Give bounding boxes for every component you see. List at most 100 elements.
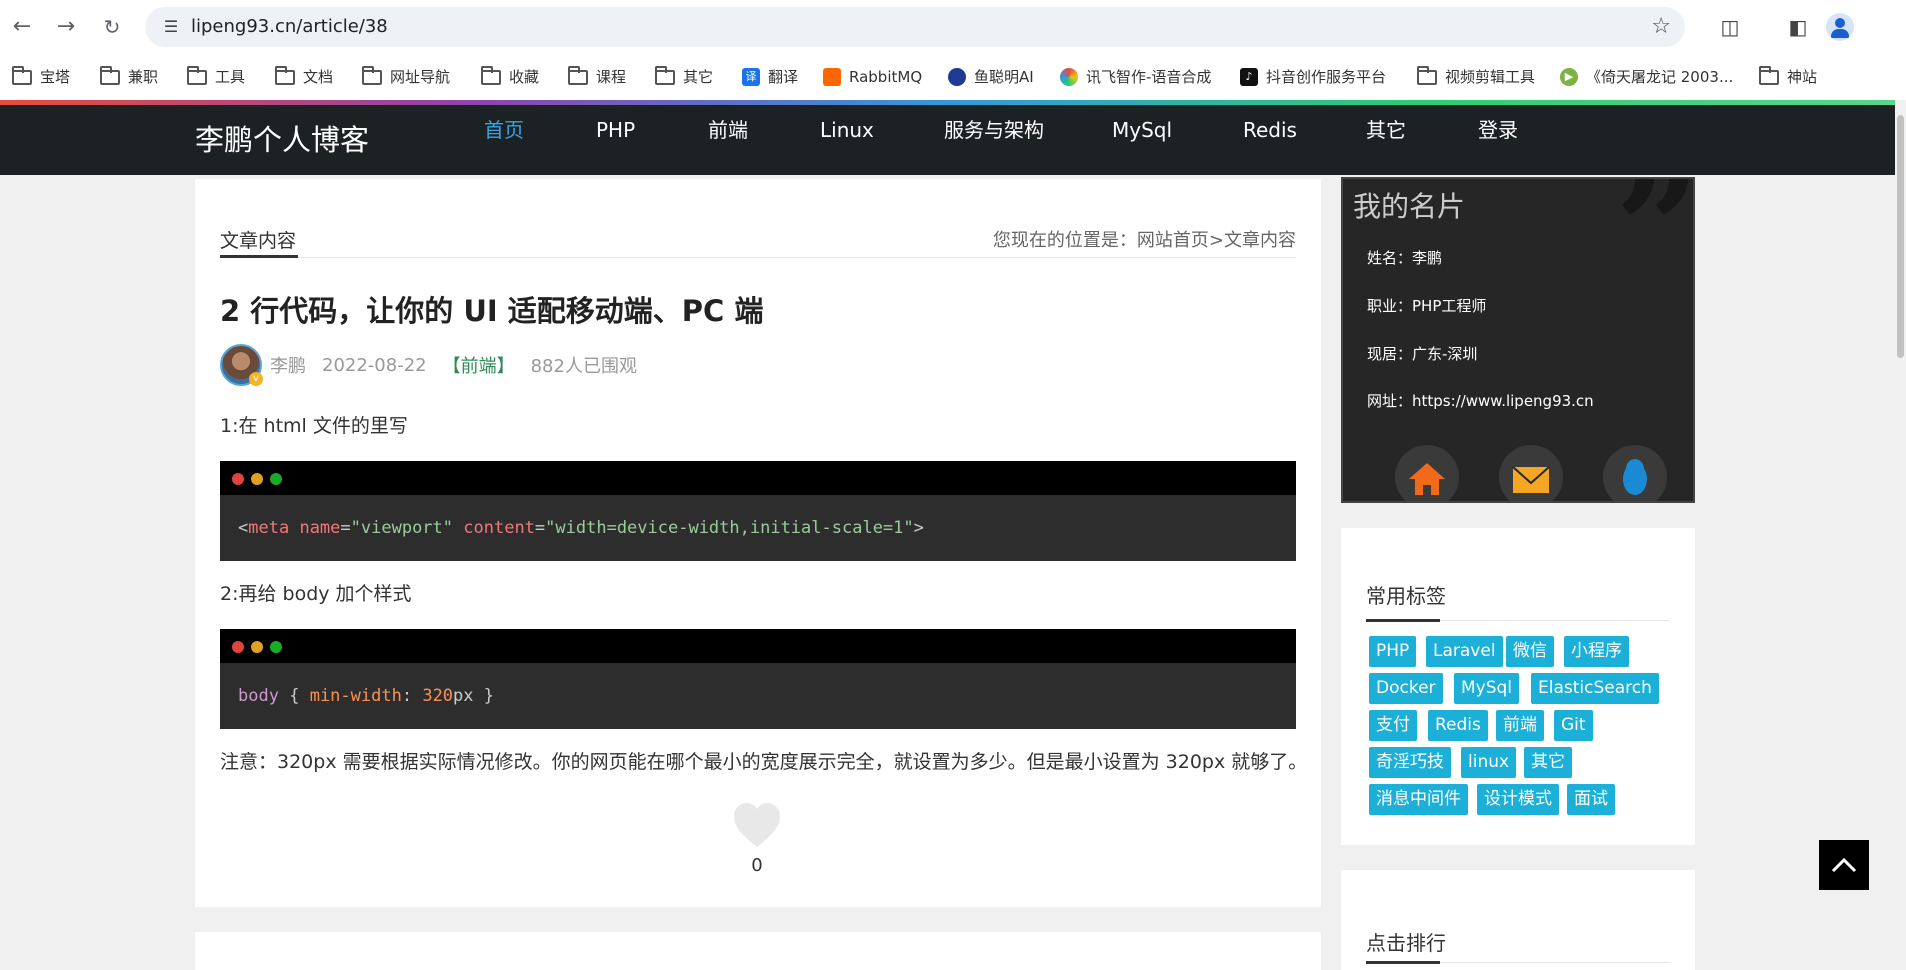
page-scrollbar[interactable] [1895, 100, 1906, 970]
site-logo[interactable]: 李鹏个人博客 [195, 105, 369, 175]
url-text[interactable]: lipeng93.cn/article/38 [191, 7, 388, 47]
bookmark-item[interactable]: 兼职 [100, 64, 158, 90]
breadcrumb[interactable]: 您现在的位置是：网站首页>文章内容 [993, 227, 1296, 255]
tag-chip[interactable]: MySql [1454, 673, 1520, 704]
nav-home[interactable]: 首页 [484, 105, 524, 155]
tag-chip[interactable]: 设计模式 [1477, 784, 1559, 815]
bookmark-item[interactable]: 鱼聪明AI [948, 64, 1034, 90]
article-header: 文章内容 您现在的位置是：网站首页>文章内容 [220, 227, 1296, 258]
tag-chip[interactable]: PHP [1369, 636, 1417, 667]
site-nav: 李鹏个人博客 首页 PHP 前端 Linux 服务与架构 MySql Redis… [0, 105, 1895, 175]
tiktok-icon: ♪ [1240, 68, 1258, 86]
bookmark-item[interactable]: 收藏 [481, 64, 539, 90]
tags-divider [1366, 619, 1670, 622]
card-name: 姓名：李鹏 [1367, 249, 1443, 267]
forward-arrow-icon[interactable]: → [50, 11, 82, 43]
folder-icon [275, 65, 295, 85]
side-panel-icon[interactable]: ◧ [1782, 11, 1814, 43]
mail-icon[interactable] [1499, 445, 1563, 501]
tag-chip[interactable]: 面试 [1567, 784, 1615, 815]
bookmark-item[interactable]: ▶ 《倚天屠龙记 2003... [1560, 64, 1733, 90]
green-dot-icon [270, 641, 282, 653]
nav-other[interactable]: 其它 [1366, 105, 1406, 155]
rabbitmq-icon [823, 68, 841, 86]
tags-title: 常用标签 [1366, 584, 1446, 608]
tag-chip[interactable]: 前端 [1496, 710, 1544, 741]
tag-chip[interactable]: 小程序 [1564, 636, 1629, 667]
bookmark-item[interactable]: 宝塔 [12, 64, 70, 90]
tag-chip[interactable]: 消息中间件 [1369, 784, 1468, 815]
tag-chip[interactable]: Docker [1369, 673, 1443, 704]
chevron-up-icon [1831, 857, 1857, 873]
category-link[interactable]: 【前端】 [443, 352, 515, 378]
tag-chip[interactable]: Laravel [1426, 636, 1503, 667]
tag-chip[interactable]: 奇淫巧技 [1369, 747, 1451, 778]
tag-chip[interactable]: Redis [1428, 710, 1488, 741]
code-block-2[interactable]: body { min-width: 320px } [220, 629, 1296, 729]
article-meta: 李鹏 2022-08-22 【前端】 882人已围观 [220, 344, 637, 386]
bookmark-item[interactable]: 网址导航 [362, 64, 450, 90]
scrollbar-thumb[interactable] [1897, 115, 1904, 358]
site-info-icon[interactable]: ☰ [155, 11, 187, 43]
extensions-icon[interactable]: ◫ [1714, 11, 1746, 43]
bookmark-item[interactable]: 课程 [568, 64, 626, 90]
ranking-title: 点击排行 [1366, 931, 1446, 955]
bookmark-star-icon[interactable]: ☆ [1651, 11, 1671, 43]
folder-icon [187, 65, 207, 85]
nav-mysql[interactable]: MySql [1112, 105, 1172, 155]
code-window-bar [220, 461, 1296, 495]
tag-chip[interactable]: Git [1554, 710, 1593, 741]
bookmark-item[interactable]: 工具 [187, 64, 245, 90]
bookmark-item[interactable]: 译翻译 [742, 64, 798, 90]
bookmark-item[interactable]: ♪ 抖音创作服务平台 [1240, 64, 1386, 90]
nav-frontend[interactable]: 前端 [708, 105, 748, 155]
home-icon[interactable] [1395, 445, 1459, 501]
card-location: 现居：广东-深圳 [1367, 345, 1478, 363]
folder-icon [12, 65, 32, 85]
bookmark-item[interactable]: 讯飞智作-语音合成 [1060, 64, 1211, 90]
tag-chip[interactable]: linux [1461, 747, 1517, 778]
card-website[interactable]: 网址：https://www.lipeng93.cn [1367, 390, 1594, 411]
like-count: 0 [751, 855, 763, 876]
tag-chip[interactable]: 微信 [1506, 636, 1554, 667]
nav-redis[interactable]: Redis [1243, 105, 1297, 155]
back-to-top-button[interactable] [1819, 840, 1869, 890]
code-line: <meta name="viewport" content="width=dev… [238, 518, 924, 538]
bookmark-item[interactable]: 视频剪辑工具 [1417, 64, 1535, 90]
bookmark-item[interactable]: 其它 [655, 64, 713, 90]
qq-penguin-icon[interactable] [1603, 445, 1667, 501]
code-block-1[interactable]: <meta name="viewport" content="width=dev… [220, 461, 1296, 561]
red-dot-icon [232, 641, 244, 653]
card-title: 我的名片 [1353, 190, 1466, 223]
bookmark-item[interactable]: 神站 [1759, 64, 1817, 90]
folder-icon [1759, 65, 1779, 85]
browser-toolbar: ← → ↻ ☰ lipeng93.cn/article/38 ☆ ◫ ◧ [0, 0, 1906, 54]
iflytek-icon [1060, 68, 1078, 86]
address-bar[interactable]: ☰ lipeng93.cn/article/38 ☆ [145, 7, 1685, 47]
author-name: 李鹏 [270, 356, 306, 377]
tag-chip[interactable]: 支付 [1369, 710, 1417, 741]
code-window-bar [220, 629, 1296, 663]
article-panel: 文章内容 您现在的位置是：网站首页>文章内容 2 行代码，让你的 UI 适配移动… [195, 179, 1321, 907]
folder-icon [362, 65, 382, 85]
nav-php[interactable]: PHP [596, 105, 635, 155]
reload-icon[interactable]: ↻ [96, 11, 128, 43]
back-arrow-icon[interactable]: ← [6, 11, 38, 43]
profile-avatar-icon[interactable] [1826, 13, 1854, 41]
nav-architecture[interactable]: 服务与架构 [944, 105, 1044, 155]
nav-linux[interactable]: Linux [820, 105, 874, 155]
video-icon: ▶ [1560, 68, 1578, 86]
bookmark-item[interactable]: RabbitMQ [823, 64, 922, 90]
nav-login[interactable]: 登录 [1478, 105, 1518, 155]
bookmarks-bar: 宝塔 兼职 工具 文档 网址导航 收藏 课程 其它 译翻译 RabbitMQ 鱼… [0, 54, 1906, 100]
tag-chip[interactable]: 其它 [1524, 747, 1572, 778]
bookmark-item[interactable]: 文档 [275, 64, 333, 90]
folder-icon [1417, 65, 1437, 85]
folder-icon [655, 65, 675, 85]
red-dot-icon [232, 473, 244, 485]
author-avatar[interactable] [220, 344, 263, 386]
green-dot-icon [270, 473, 282, 485]
folder-icon [100, 65, 120, 85]
heart-icon[interactable] [732, 801, 782, 849]
tag-chip[interactable]: ElasticSearch [1531, 673, 1659, 704]
